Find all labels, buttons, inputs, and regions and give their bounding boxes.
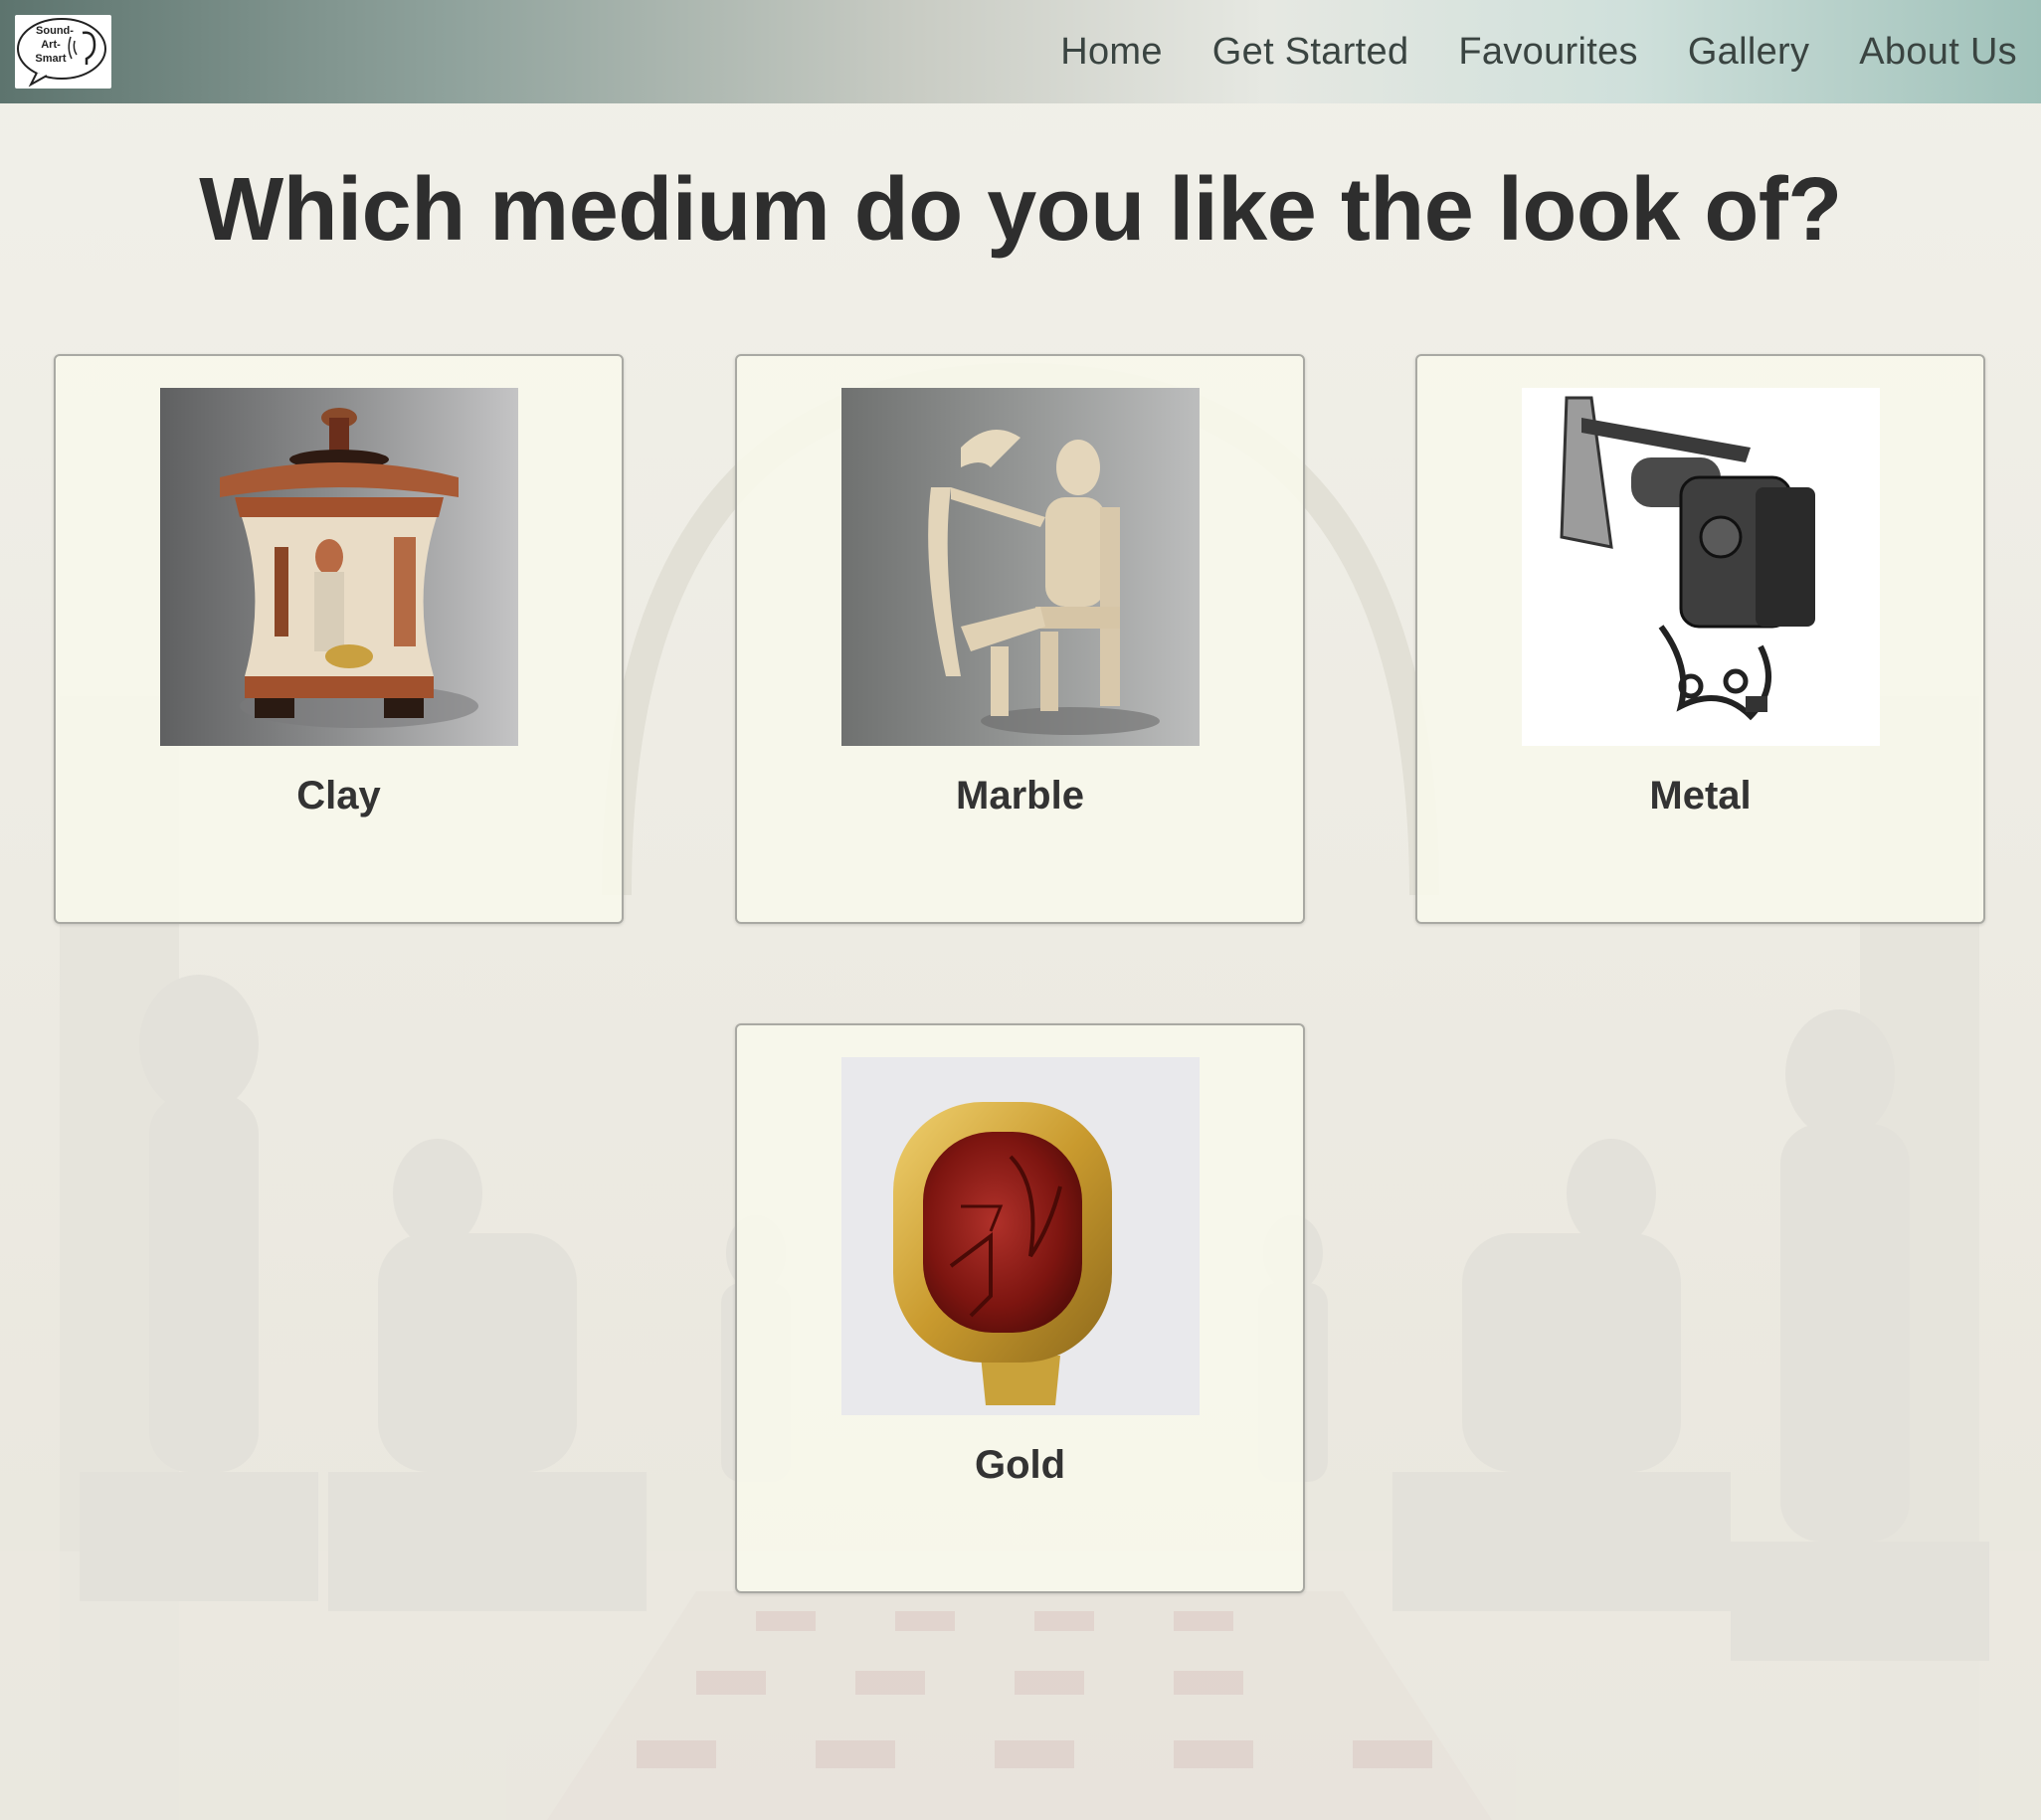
- logo-text-line-1: Sound-: [36, 25, 74, 37]
- marble-harp-player-image: [840, 388, 1200, 746]
- nav-link-about-us[interactable]: About Us: [1859, 31, 2017, 74]
- main-nav: Home Get Started Favourites Gallery Abou…: [1060, 0, 2017, 103]
- logo-text-line-2: Art-: [41, 39, 61, 51]
- medium-option-marble[interactable]: Marble: [735, 354, 1305, 924]
- logo-text-line-3: Smart: [35, 53, 67, 65]
- medium-option-metal[interactable]: Metal: [1415, 354, 1985, 924]
- gold-label: Gold: [974, 1443, 1066, 1487]
- page-title: Which medium do you like the look of?: [199, 160, 1842, 260]
- nav-link-get-started[interactable]: Get Started: [1212, 31, 1409, 74]
- nav-link-gallery[interactable]: Gallery: [1688, 31, 1809, 74]
- clay-pyxis-image: [159, 388, 518, 746]
- nav-link-favourites[interactable]: Favourites: [1458, 31, 1637, 74]
- medium-option-gold[interactable]: Gold: [735, 1023, 1305, 1593]
- sound-art-smart-logo[interactable]: Sound- Art- Smart: [15, 15, 111, 89]
- marble-label: Marble: [956, 774, 1084, 818]
- gold-ring-image: [840, 1057, 1200, 1415]
- medium-option-clay[interactable]: Clay: [54, 354, 624, 924]
- nav-link-home[interactable]: Home: [1060, 31, 1163, 74]
- top-nav-bar: Sound- Art- Smart Home Get Started Favou…: [0, 0, 2041, 103]
- metal-label: Metal: [1649, 774, 1752, 818]
- metal-sculpture-image: [1521, 388, 1880, 746]
- clay-label: Clay: [296, 774, 381, 818]
